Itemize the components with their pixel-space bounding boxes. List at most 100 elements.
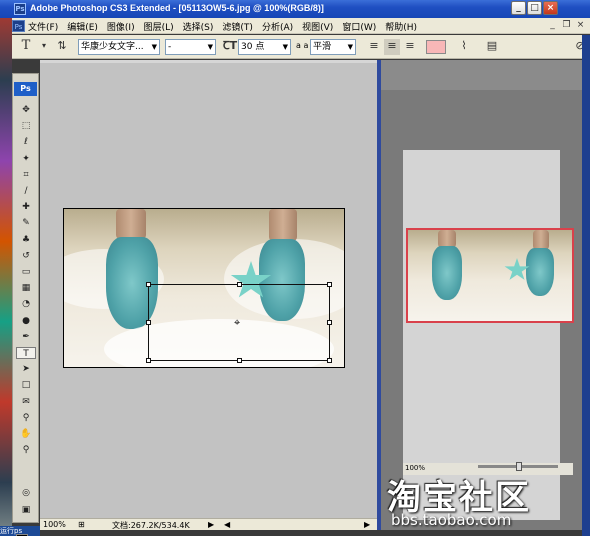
magic-wand-tool-icon[interactable]: ✦: [16, 153, 36, 165]
align-left-icon[interactable]: ≡: [366, 39, 382, 55]
status-bar: 100% ⊞ 文档:267.2K/534.4K ▶ ◀ ▶: [40, 518, 377, 530]
lasso-tool-icon[interactable]: ℓ: [16, 136, 36, 148]
character-panel-icon[interactable]: ▤: [484, 39, 500, 55]
navigator-thumbnail[interactable]: [406, 228, 574, 323]
screen-mode-icon[interactable]: ▣: [16, 504, 36, 516]
photoshop-logo[interactable]: Ps: [14, 82, 37, 96]
tools-panel: Ps ✥ ⬚ ℓ ✦ ⌗ ∕ ✚ ✎ ♣ ↺ ▭ ▦ ◔ ● ✒ T ➤ □ ✉ ⚲ ✋ ⚲ ◎ ▣: [12, 73, 39, 536]
antialias-select[interactable]: 平滑 ▼: [310, 39, 356, 55]
restore-button[interactable]: □: [527, 1, 542, 15]
menu-items: 文件(F) 编辑(E) 图像(I) 图层(L) 选择(S) 滤镜(T) 分析(A) 视图(V)…: [28, 20, 426, 33]
resize-handle[interactable]: [146, 282, 151, 287]
menu-item[interactable]: 编辑(E): [67, 20, 98, 33]
hand-tool-icon[interactable]: ✋: [16, 428, 36, 440]
doc-restore-button[interactable]: ❐: [560, 19, 573, 32]
document-tab-strip: [40, 60, 377, 63]
document-icon[interactable]: Ps: [12, 20, 25, 32]
preset-dropdown-arrow-icon[interactable]: ▾: [36, 39, 52, 55]
document-size[interactable]: 文档:267.2K/534.4K: [112, 520, 190, 531]
reference-point-icon: ⌖: [234, 316, 241, 329]
text-color-swatch[interactable]: [426, 40, 446, 54]
warp-text-icon[interactable]: ⌇: [456, 39, 472, 55]
menu-item[interactable]: 分析(A): [262, 20, 293, 33]
chevron-down-icon: ▼: [282, 43, 288, 51]
menu-bar: Ps 文件(F) 编辑(E) 图像(I) 图层(L) 选择(S) 滤镜(T) 分析(A) 视图…: [12, 18, 590, 34]
status-icon[interactable]: ⊞: [78, 520, 85, 529]
watermark-url: bbs.taobao.com: [391, 511, 512, 529]
menu-item[interactable]: 视图(V): [302, 20, 333, 33]
title-bar[interactable]: Ps Adobe Photoshop CS3 Extended - [05113…: [0, 0, 590, 18]
dodge-tool-icon[interactable]: ●: [16, 315, 36, 327]
zoom-tool-icon[interactable]: ⚲: [16, 444, 36, 456]
text-orientation-icon[interactable]: ⇅: [54, 39, 70, 55]
menu-item[interactable]: 选择(S): [183, 20, 214, 33]
antialias-value: 平滑: [313, 42, 332, 52]
blur-tool-icon[interactable]: ◔: [16, 298, 36, 310]
window-title: Adobe Photoshop CS3 Extended - [05113OW5…: [30, 3, 324, 13]
font-size-icon: ꞆT: [222, 39, 238, 52]
menu-item[interactable]: 图层(L): [144, 20, 174, 33]
left-leg: [116, 209, 146, 239]
marquee-tool-icon[interactable]: ⬚: [16, 120, 36, 132]
gradient-tool-icon[interactable]: ▦: [16, 282, 36, 294]
photoshop-app-icon: Ps: [14, 3, 26, 15]
navigator-header: [381, 60, 582, 90]
resize-handle[interactable]: [327, 320, 332, 325]
close-button[interactable]: ×: [543, 1, 558, 15]
resize-handle[interactable]: [146, 320, 151, 325]
font-style-select[interactable]: - ▼: [165, 39, 216, 55]
resize-handle[interactable]: [327, 358, 332, 363]
align-right-icon[interactable]: ≡: [402, 39, 418, 55]
path-selection-tool-icon[interactable]: ➤: [16, 363, 36, 375]
type-tool-icon[interactable]: T: [16, 347, 36, 359]
right-leg: [269, 209, 297, 241]
clone-stamp-tool-icon[interactable]: ♣: [16, 234, 36, 246]
resize-handle[interactable]: [146, 358, 151, 363]
resize-handle[interactable]: [237, 282, 242, 287]
menu-item[interactable]: 窗口(W): [342, 20, 376, 33]
options-bar: T ▾ ⇅ 华康少女文字... ▼ - ▼ ꞆT 30 点 ▼ a a 平滑 ▼ ≡ ≡…: [12, 35, 590, 59]
zoom-level[interactable]: 100%: [43, 520, 66, 529]
quick-mask-icon[interactable]: ◎: [16, 487, 36, 499]
scroll-right-icon[interactable]: ▶: [364, 520, 370, 529]
brush-tool-icon[interactable]: ✎: [16, 217, 36, 229]
slice-tool-icon[interactable]: ∕: [16, 185, 36, 197]
left-shoe: [432, 246, 462, 300]
healing-brush-tool-icon[interactable]: ✚: [16, 201, 36, 213]
chevron-down-icon: ▼: [207, 43, 213, 51]
resize-handle[interactable]: [327, 282, 332, 287]
menu-item[interactable]: 帮助(H): [385, 20, 417, 33]
font-style-value: -: [168, 42, 172, 52]
minimize-button[interactable]: _: [511, 1, 526, 15]
eraser-tool-icon[interactable]: ▭: [16, 266, 36, 278]
right-shoe: [526, 248, 554, 296]
menu-item[interactable]: 文件(F): [28, 20, 58, 33]
font-family-value: 华康少女文字...: [81, 42, 144, 52]
font-size-select[interactable]: 30 点 ▼: [238, 39, 291, 55]
desktop-strip: [0, 0, 12, 536]
menu-item[interactable]: 滤镜(T): [222, 20, 253, 33]
right-leg: [533, 230, 549, 250]
font-family-select[interactable]: 华康少女文字... ▼: [78, 39, 160, 55]
crop-tool-icon[interactable]: ⌗: [16, 169, 36, 181]
window-controls: _ □ ×: [510, 1, 558, 15]
resize-handle[interactable]: [237, 358, 242, 363]
chevron-down-icon: ▼: [347, 43, 353, 51]
photoshop-screen: 运行ps Ps Adobe Photoshop CS3 Extended - […: [0, 0, 590, 536]
align-center-icon[interactable]: ≡: [384, 39, 400, 55]
history-brush-tool-icon[interactable]: ↺: [16, 250, 36, 262]
eyedropper-tool-icon[interactable]: ⚲: [16, 412, 36, 424]
pen-tool-icon[interactable]: ✒: [16, 331, 36, 343]
window-right-border: [582, 35, 590, 536]
doc-minimize-button[interactable]: _: [546, 19, 559, 32]
type-tool-preset-icon[interactable]: T: [18, 39, 34, 55]
text-bounding-box[interactable]: ⌖: [146, 282, 332, 363]
chevron-down-icon: ▼: [151, 43, 157, 51]
doc-close-button[interactable]: ×: [574, 19, 587, 32]
scroll-left-icon[interactable]: ◀: [224, 520, 230, 529]
shape-tool-icon[interactable]: □: [16, 379, 36, 391]
move-tool-icon[interactable]: ✥: [16, 104, 36, 116]
notes-tool-icon[interactable]: ✉: [16, 396, 36, 408]
menu-item[interactable]: 图像(I): [107, 20, 135, 33]
status-menu-arrow-icon[interactable]: ▶: [208, 520, 214, 529]
